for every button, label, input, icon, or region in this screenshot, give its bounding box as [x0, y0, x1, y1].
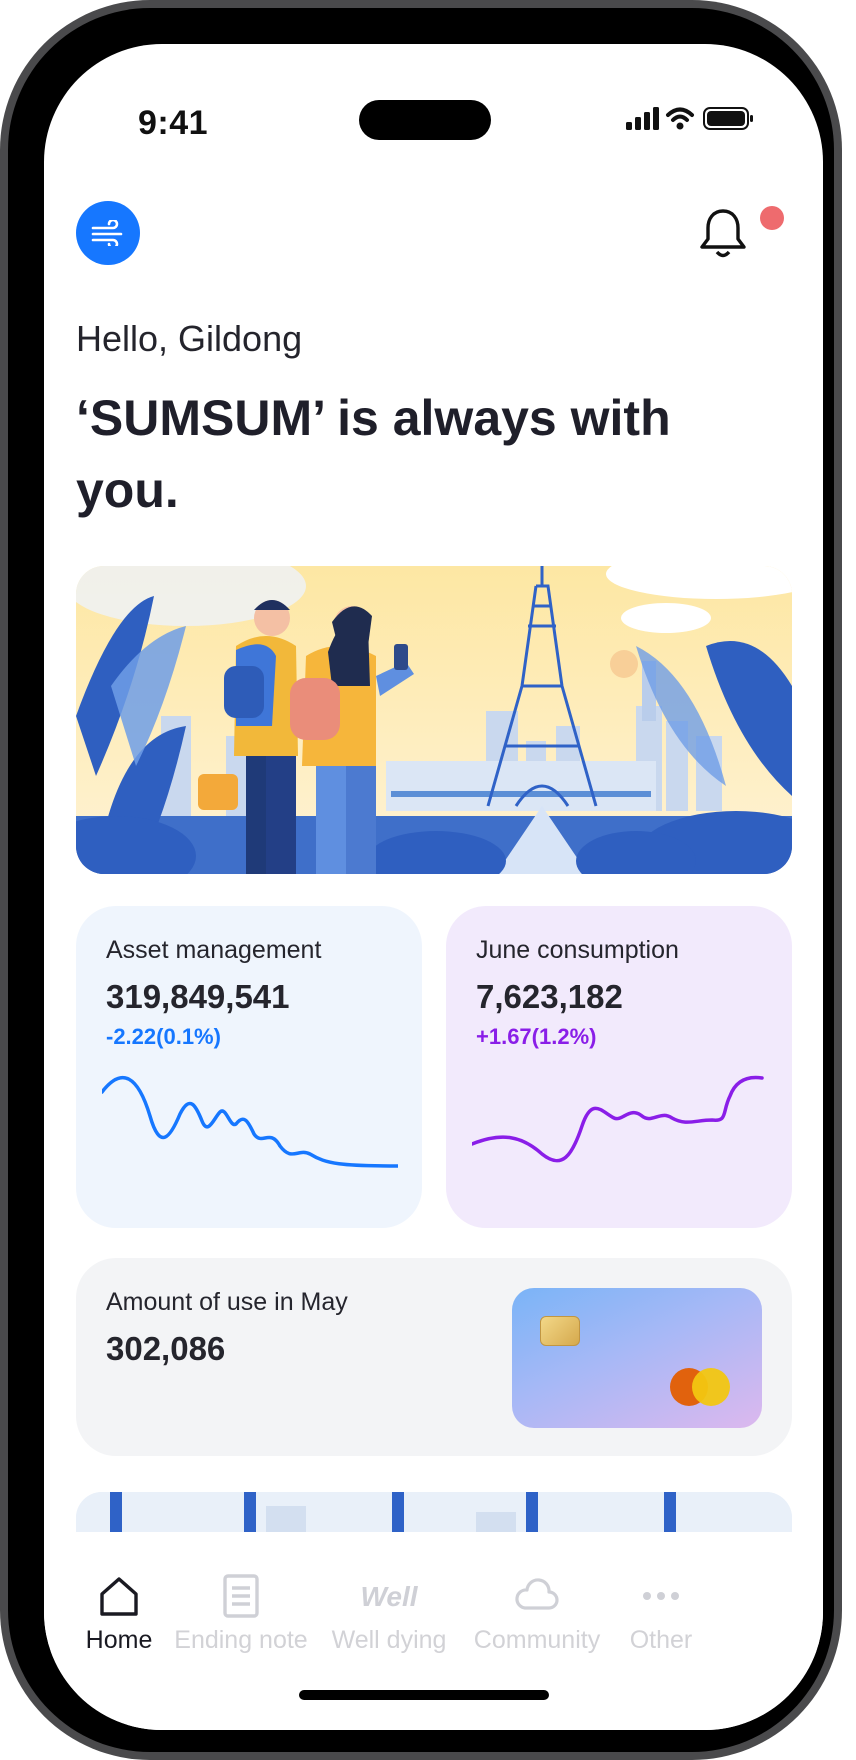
banner-image[interactable] [76, 566, 792, 874]
menu-button[interactable] [76, 201, 140, 265]
tab-ending-note[interactable]: Ending note [166, 1532, 316, 1654]
june-consumption-card[interactable]: June consumption 7,623,182 +1.67(1.2%) [446, 906, 792, 1228]
asset-card-value: 319,849,541 [106, 978, 290, 1015]
asset-management-card[interactable]: Asset management 319,849,541 -2.22(0.1%) [76, 906, 422, 1228]
credit-card-image [512, 1288, 762, 1428]
headline: ‘SUMSUM’ is always with you. [76, 390, 671, 518]
tab-ending-note-label: Ending note [174, 1626, 308, 1654]
note-icon [223, 1574, 259, 1618]
screen: 9:41 Hello, Gildong ‘SUMSUM’ is always w… [44, 44, 823, 1730]
asset-card-change: -2.22(0.1%) [106, 1024, 221, 1049]
more-icon [643, 1592, 679, 1600]
home-indicator [299, 1690, 549, 1700]
usage-value: 302,086 [106, 1330, 226, 1367]
phone-bezel: 9:41 Hello, Gildong ‘SUMSUM’ is always w… [8, 8, 834, 1752]
tab-bar: Home Ending note Well Well dying Communi… [44, 1532, 823, 1730]
well-icon: Well [360, 1581, 418, 1612]
consumption-card-change: +1.67(1.2%) [476, 1024, 597, 1049]
battery-icon [703, 107, 753, 130]
status-time: 9:41 [138, 104, 209, 142]
phone-frame: 9:41 Hello, Gildong ‘SUMSUM’ is always w… [0, 0, 842, 1760]
card-chip-icon [540, 1316, 580, 1346]
mastercard-logo-yellow [692, 1368, 730, 1406]
cloud-icon [515, 1578, 559, 1610]
dynamic-island [359, 100, 491, 140]
wifi-icon [666, 107, 694, 122]
tab-other-label: Other [629, 1626, 693, 1654]
signal-icon [626, 107, 659, 130]
notification-badge [760, 206, 784, 230]
svg-text:Well: Well [360, 1581, 418, 1612]
may-usage-card[interactable]: Amount of use in May 302,086 [76, 1258, 792, 1456]
bell-icon[interactable] [696, 205, 750, 261]
consumption-trend-sparkline [472, 1075, 764, 1163]
tab-well-dying-label: Well dying [331, 1626, 447, 1654]
asset-card-title: Asset management [106, 936, 322, 964]
greeting: Hello, Gildong [76, 318, 303, 359]
home-icon [100, 1577, 138, 1616]
usage-title: Amount of use in May [106, 1288, 348, 1316]
consumption-card-value: 7,623,182 [476, 978, 623, 1015]
consumption-card-title: June consumption [476, 936, 679, 964]
tab-other[interactable]: Other [586, 1532, 736, 1654]
asset-trend-sparkline [102, 1075, 398, 1168]
wind-icon [91, 220, 123, 246]
tab-well-dying[interactable]: Well Well dying [314, 1532, 464, 1654]
status-icons [622, 104, 762, 134]
